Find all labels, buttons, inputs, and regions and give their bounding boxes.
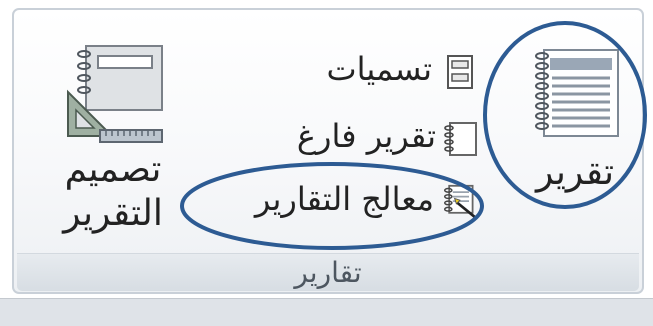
labels-button[interactable]: تسميات — [292, 50, 502, 94]
report-design-label: تصميم التقرير — [42, 148, 184, 236]
reports-ribbon-group: تقارير تقرير تصميم التقرير تسميات تقرير … — [12, 8, 644, 294]
group-label: تقارير — [294, 256, 362, 289]
report-design-label-line2: التقرير — [63, 193, 163, 234]
ribbon-bottom-strip — [0, 298, 653, 326]
report-design-icon — [67, 45, 163, 143]
report-design-label-line1: تصميم — [64, 149, 162, 190]
report-wizard-button[interactable]: معالج التقارير — [216, 180, 516, 224]
labels-icon — [447, 55, 473, 89]
report-label: تقرير — [536, 152, 614, 193]
blank-report-label: تقرير فارغ — [296, 117, 436, 155]
blank-report-icon — [444, 122, 477, 156]
labels-label: تسميات — [326, 50, 432, 88]
report-wizard-label: معالج التقارير — [254, 180, 434, 218]
blank-report-button[interactable]: تقرير فارغ — [262, 117, 512, 161]
report-design-button[interactable]: تصميم التقرير — [42, 30, 192, 260]
report-icon — [535, 49, 619, 137]
report-button[interactable]: تقرير — [522, 38, 640, 214]
report-wizard-icon — [443, 184, 478, 220]
